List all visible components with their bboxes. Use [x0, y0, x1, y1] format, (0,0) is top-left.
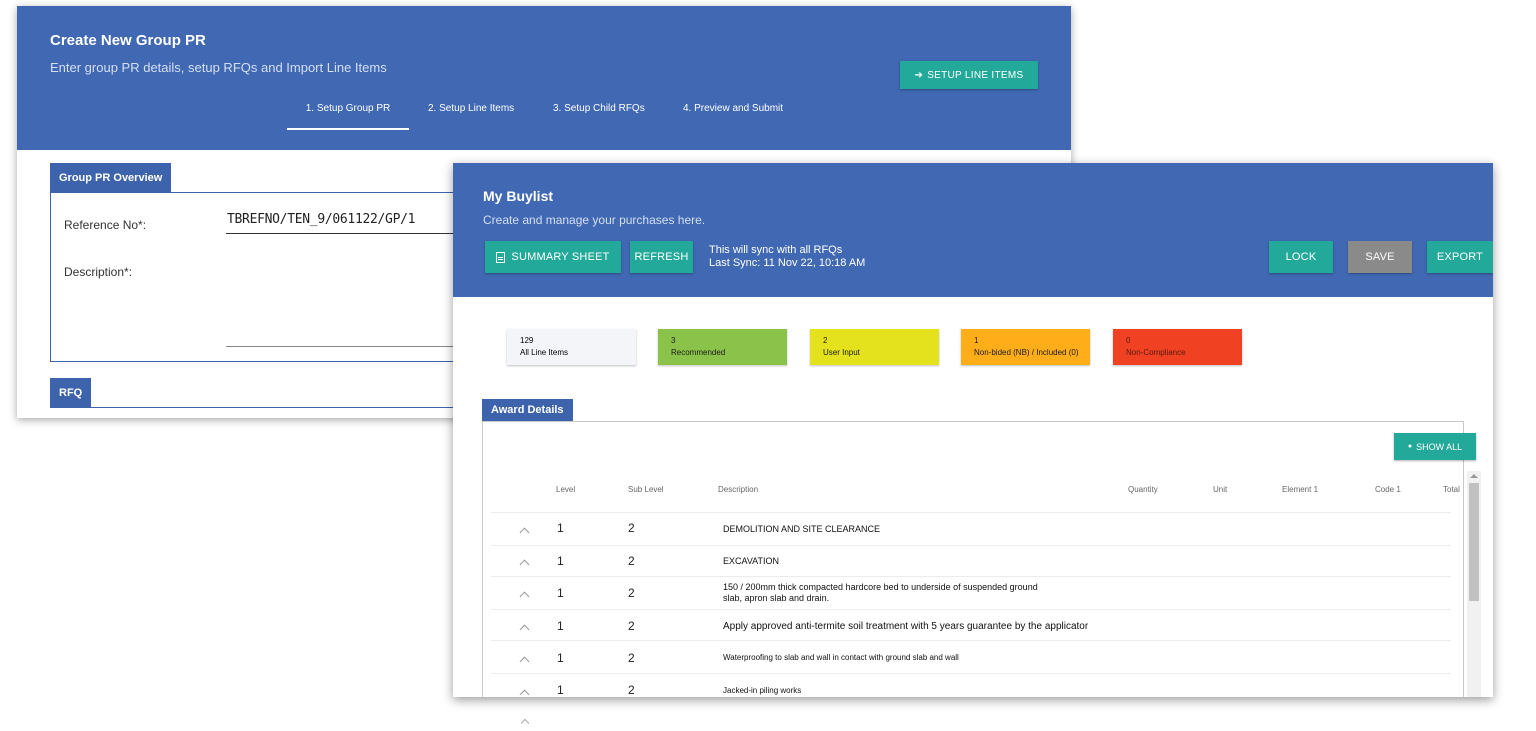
- refresh-button[interactable]: REFRESH: [630, 241, 693, 273]
- stat-count: 0: [1126, 336, 1131, 345]
- tab-group-pr-overview[interactable]: Group PR Overview: [50, 163, 172, 193]
- stat-user-input[interactable]: 2 User Input: [810, 329, 939, 365]
- summary-sheet-label: SUMMARY SHEET: [511, 251, 610, 263]
- row-divider: [491, 609, 1451, 610]
- reference-no-underline: [226, 233, 466, 234]
- column-header-sub-level[interactable]: Sub Level: [628, 485, 664, 494]
- row-divider: [491, 512, 1451, 513]
- column-header-code-1[interactable]: Code 1: [1375, 485, 1401, 494]
- stat-label: Recommended: [671, 348, 726, 357]
- stat-count: 1: [974, 336, 979, 345]
- column-header-level[interactable]: Level: [556, 485, 575, 494]
- cell-sub-level: 2: [628, 554, 635, 568]
- last-sync-time: Last Sync: 11 Nov 22, 10:18 AM: [709, 257, 866, 269]
- stat-label: User Input: [823, 348, 860, 357]
- cell-sub-level: 2: [628, 619, 635, 633]
- buylist-header: My Buylist Create and manage your purcha…: [453, 163, 1493, 297]
- row-divider: [491, 545, 1451, 546]
- group-pr-header: Create New Group PR Enter group PR detai…: [17, 6, 1071, 150]
- cell-level: 1: [557, 619, 564, 633]
- cell-sub-level: 2: [628, 521, 635, 535]
- stepper: 1. Setup Group PR 2. Setup Line Items 3.…: [17, 102, 1071, 132]
- my-buylist-window: My Buylist Create and manage your purcha…: [453, 163, 1493, 697]
- step-setup-group-pr[interactable]: 1. Setup Group PR: [287, 102, 409, 130]
- sync-note: This will sync with all RFQs: [709, 244, 843, 256]
- chevron-up-icon: [520, 718, 530, 728]
- cell-description-line-1: 150 / 200mm thick compacted hardcore bed…: [723, 582, 1038, 592]
- step-setup-child-rfqs[interactable]: 3. Setup Child RFQs: [553, 102, 645, 130]
- stat-count: 129: [520, 336, 534, 345]
- stat-count: 3: [671, 336, 676, 345]
- tab-rfq[interactable]: RFQ: [50, 378, 92, 408]
- page-title: Create New Group PR: [50, 32, 206, 49]
- reference-no-label: Reference No*:: [64, 218, 147, 232]
- stat-label: All Line Items: [520, 348, 569, 357]
- cell-level: 1: [557, 651, 564, 665]
- step-setup-line-items[interactable]: 2. Setup Line Items: [428, 102, 514, 130]
- description-input[interactable]: [226, 346, 466, 347]
- buylist-title: My Buylist: [483, 188, 554, 204]
- stat-label: Non-bided (NB) / Included (0): [974, 348, 1079, 357]
- scrollbar-thumb[interactable]: [1469, 483, 1479, 601]
- column-header-unit[interactable]: Unit: [1213, 485, 1227, 494]
- row-divider: [491, 673, 1451, 674]
- cell-description: Apply approved anti-termite soil treatme…: [723, 621, 1089, 632]
- cell-sub-level: 2: [628, 651, 635, 665]
- stat-non-compliance[interactable]: 0 Non-Compliance: [1113, 329, 1242, 365]
- stat-label: Non-Compliance: [1126, 348, 1186, 357]
- cell-description: Waterproofing to slab and wall in contac…: [723, 653, 959, 662]
- cell-level: 1: [557, 521, 564, 535]
- arrow-right-icon: ➔: [914, 69, 924, 81]
- cell-description-line-2: slab, apron slab and drain.: [723, 593, 830, 603]
- column-header-total[interactable]: Total: [1443, 485, 1460, 494]
- cell-level: 1: [557, 683, 564, 697]
- cell-description: DEMOLITION AND SITE CLEARANCE: [723, 524, 881, 534]
- column-header-description[interactable]: Description: [718, 485, 758, 494]
- document-icon: [496, 251, 506, 263]
- cell-level: 1: [557, 586, 564, 600]
- stat-recommended[interactable]: 3 Recommended: [658, 329, 787, 365]
- stat-non-bided[interactable]: 1 Non-bided (NB) / Included (0): [961, 329, 1090, 365]
- rfq-divider: [50, 407, 500, 408]
- lock-button[interactable]: LOCK: [1269, 241, 1333, 273]
- scroll-up-icon[interactable]: [1470, 474, 1478, 478]
- row-divider: [491, 640, 1451, 641]
- cell-sub-level: 2: [628, 586, 635, 600]
- reference-no-input[interactable]: TBREFNO/TEN_9/061122/GP/1: [227, 212, 415, 227]
- summary-sheet-button[interactable]: SUMMARY SHEET: [485, 241, 621, 273]
- description-label: Description*:: [64, 265, 133, 279]
- cell-sub-level: 2: [628, 683, 635, 697]
- save-button[interactable]: SAVE: [1348, 241, 1412, 273]
- cell-description: Jacked-in piling works: [723, 686, 802, 695]
- column-header-element-1[interactable]: Element 1: [1282, 485, 1318, 494]
- stat-count: 2: [823, 336, 828, 345]
- cell-description: 150 / 200mm thick compacted hardcore bed…: [723, 582, 1038, 604]
- sync-status: This will sync with all RFQs Last Sync: …: [709, 244, 865, 270]
- setup-line-items-button[interactable]: ➔ SETUP LINE ITEMS: [900, 61, 1038, 89]
- eye-icon: ●: [1407, 443, 1413, 450]
- setup-line-items-label: SETUP LINE ITEMS: [927, 69, 1024, 81]
- cell-description: EXCAVATION: [723, 556, 780, 566]
- step-preview-and-submit[interactable]: 4. Preview and Submit: [683, 102, 783, 130]
- show-all-button[interactable]: ● SHOW ALL: [1394, 433, 1476, 460]
- row-divider: [491, 576, 1451, 577]
- cell-level: 1: [557, 554, 564, 568]
- page-subtitle: Enter group PR details, setup RFQs and I…: [50, 60, 387, 75]
- buylist-subtitle: Create and manage your purchases here.: [483, 213, 706, 227]
- tab-award-details[interactable]: Award Details: [482, 399, 573, 421]
- show-all-label: SHOW ALL: [1416, 441, 1463, 452]
- export-button[interactable]: EXPORT: [1427, 241, 1493, 273]
- column-header-quantity[interactable]: Quantity: [1128, 485, 1158, 494]
- stat-all-line-items[interactable]: 129 All Line Items: [507, 329, 636, 365]
